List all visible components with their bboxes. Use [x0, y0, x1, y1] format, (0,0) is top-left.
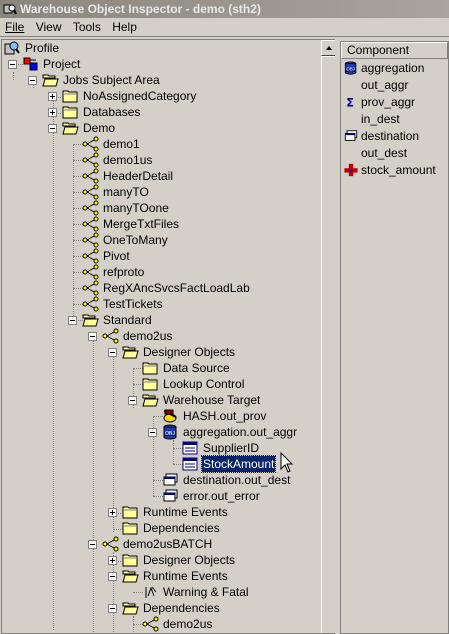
expander-aggregation[interactable] [148, 428, 157, 437]
job-icon [102, 328, 119, 344]
job-icon [82, 200, 99, 216]
menu-help[interactable]: Help [108, 18, 141, 37]
job-icon [82, 152, 99, 168]
menu-tools[interactable]: Tools [69, 18, 105, 37]
expander-no-assigned-category[interactable] [48, 92, 57, 101]
expander-jobs-subject-area[interactable] [28, 76, 37, 85]
folder-icon [122, 552, 139, 568]
component-panel: Component aggregation out_aggr prov_aggr… [340, 41, 449, 634]
object-tree-pane: Profile Project Jobs Subject Area NoAssi… [1, 39, 335, 634]
job-icon [82, 168, 99, 184]
hash-file-icon [162, 408, 179, 424]
scroll-up-button[interactable] [321, 40, 335, 56]
object-tree: Profile Project Jobs Subject Area NoAssi… [2, 40, 320, 633]
scroll-thumb[interactable] [321, 56, 335, 633]
expander-project[interactable] [8, 60, 17, 69]
folder-open-icon [122, 600, 139, 616]
expander-databases[interactable] [48, 108, 57, 117]
folder-icon [142, 360, 159, 376]
destination-icon [343, 129, 359, 143]
folder-open-icon [82, 312, 99, 328]
folder-icon [142, 376, 159, 392]
job-icon [82, 232, 99, 248]
destination-icon [162, 488, 179, 504]
menu-view[interactable]: View [32, 18, 66, 37]
job-icon [102, 536, 119, 552]
expander-batch-designer-objects[interactable] [108, 556, 117, 565]
job-icon [82, 264, 99, 280]
event-icon [142, 584, 159, 600]
expander-runtime-events[interactable] [108, 508, 117, 517]
job-icon [82, 248, 99, 264]
mouse-cursor-icon [280, 452, 294, 473]
job-icon [82, 136, 99, 152]
expander-warehouse-target[interactable] [128, 396, 137, 405]
sigma-icon [343, 95, 359, 109]
object-icon [343, 61, 359, 75]
expander-demo2us-batch[interactable] [88, 540, 97, 549]
expander-batch-dependencies[interactable] [108, 604, 117, 613]
expander-standard[interactable] [68, 316, 77, 325]
folder-icon [62, 88, 79, 104]
expander-demo2us[interactable] [88, 332, 97, 341]
job-icon [142, 616, 159, 632]
tree-vertical-scrollbar[interactable] [321, 40, 335, 633]
expander-batch-runtime-events[interactable] [108, 572, 117, 581]
app-icon [3, 4, 17, 15]
menu-file[interactable]: File [0, 18, 28, 37]
folder-open-icon [142, 392, 159, 408]
menu-bar: File View Tools Help [0, 18, 449, 37]
folder-open-icon [122, 568, 139, 584]
folder-open-icon [122, 344, 139, 360]
component-column-header[interactable]: Component [341, 42, 448, 59]
job-icon [82, 280, 99, 296]
title-bar: Warehouse Object Inspector - demo (sth2) [0, 0, 449, 18]
job-icon [82, 184, 99, 200]
job-icon [82, 216, 99, 232]
field-icon [182, 440, 199, 456]
field-icon [182, 456, 199, 472]
window-title: Warehouse Object Inspector - demo (sth2) [20, 2, 261, 16]
job-icon [82, 296, 99, 312]
column-plus-icon [343, 163, 359, 177]
project-icon [22, 56, 39, 72]
expander-designer-objects[interactable] [108, 348, 117, 357]
expander-demo[interactable] [48, 124, 57, 133]
object-icon [162, 424, 179, 440]
folder-icon [122, 520, 139, 536]
profile-icon [4, 40, 21, 56]
destination-icon [162, 472, 179, 488]
folder-open-icon [62, 120, 79, 136]
folder-open-icon [42, 72, 59, 88]
folder-icon [62, 104, 79, 120]
folder-icon [122, 504, 139, 520]
